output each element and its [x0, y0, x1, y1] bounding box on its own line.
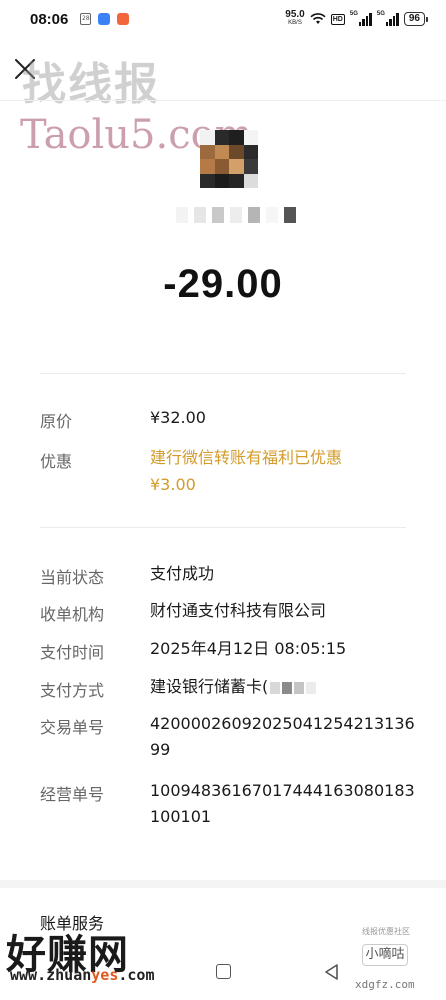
nav-home-button[interactable] — [216, 964, 231, 979]
watermark-badge: 小嘀咕 — [362, 944, 408, 966]
watermark-url-suffix: .com — [118, 966, 155, 984]
section-separator — [0, 880, 446, 888]
watermark-bottom-url: www.zhuanyes.com — [10, 966, 155, 984]
order-number-value: 4200002609202504125421313699 — [150, 714, 415, 759]
battery-icon: 96 — [403, 12, 428, 26]
payee-avatar — [200, 130, 258, 188]
nav-back-button[interactable] — [322, 962, 342, 982]
triangle-back-icon — [325, 964, 338, 980]
payment-time-label: 支付时间 — [40, 643, 105, 662]
app-notification-icon — [98, 13, 111, 25]
payment-method-row: 建设银行储蓄卡( — [150, 674, 317, 700]
institution-label: 收单机构 — [40, 605, 105, 624]
watermark-url-prefix: www.zhuan — [10, 966, 92, 984]
payment-time-value: 2025年4月12日 08:05:15 — [150, 639, 347, 658]
status-bar: 08:06 28 95.0 KB/S HD 5G 5G 96 — [0, 0, 446, 38]
signal-icon-sim2: 5G — [376, 10, 399, 26]
payment-method-label: 支付方式 — [40, 681, 105, 700]
merchant-order-value: 10094836167017444163080183100101 — [150, 781, 415, 826]
status-label: 当前状态 — [40, 568, 105, 587]
calendar-icon: 28 — [80, 13, 92, 25]
discount-value: ¥3.00 — [150, 475, 196, 494]
discount-description: 建行微信转账有福利已优惠 — [150, 448, 343, 467]
status-value: 支付成功 — [150, 564, 215, 583]
payee-name-mosaic — [176, 207, 296, 223]
payment-method-value: 建设银行储蓄卡( — [150, 677, 269, 696]
app-notification-icon-2 — [117, 13, 130, 25]
status-notification-icons: 28 — [80, 13, 130, 25]
watermark-url-highlight: yes — [91, 966, 119, 984]
watermark-badge-caption: 线报优惠社区 — [362, 927, 410, 936]
original-price-value: ¥32.00 — [150, 408, 206, 427]
header-divider — [0, 100, 446, 101]
network-speed: 95.0 KB/S — [285, 9, 305, 27]
signal-icon-sim1: 5G — [349, 10, 372, 26]
network-speed-unit: KB/S — [288, 20, 302, 26]
hd-icon: HD — [330, 13, 345, 25]
order-number-label: 交易单号 — [40, 718, 105, 737]
divider — [40, 373, 406, 374]
battery-level: 96 — [403, 12, 425, 26]
divider — [40, 527, 406, 528]
network-speed-value: 95.0 — [285, 9, 305, 20]
status-right-group: 95.0 KB/S HD 5G 5G 96 — [285, 9, 428, 27]
card-number-mosaic — [270, 681, 317, 694]
transaction-amount: -29.00 — [163, 262, 283, 306]
status-time: 08:06 — [30, 10, 69, 28]
merchant-order-label: 经营单号 — [40, 785, 105, 804]
wifi-icon — [310, 13, 326, 24]
original-price-label: 原价 — [40, 412, 73, 431]
watermark-badge-url: xdgfz.com — [355, 978, 415, 991]
institution-value: 财付通支付科技有限公司 — [150, 601, 327, 620]
sim1-label: 5G — [349, 10, 358, 17]
discount-label: 优惠 — [40, 452, 73, 471]
watermark-top: 找线报 — [22, 59, 160, 110]
sim2-label: 5G — [376, 10, 385, 17]
